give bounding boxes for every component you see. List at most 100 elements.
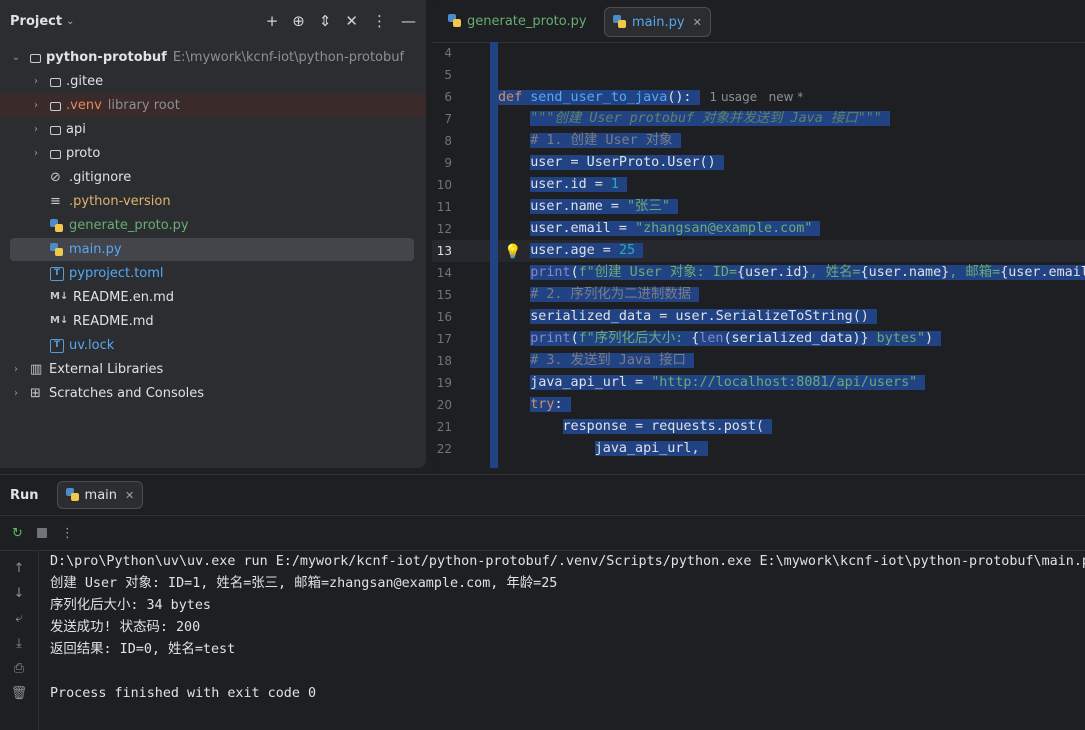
collapse-all-icon[interactable]: ✕ [345,12,358,30]
tree-item-label: uv.lock [69,338,115,353]
arrow-up-icon[interactable]: ↑ [14,561,25,576]
line-number: 16 [436,310,452,324]
tree-item-label: Scratches and Consoles [49,386,205,401]
expand-all-icon[interactable]: ⇕ [319,12,332,30]
close-icon[interactable]: ✕ [693,16,702,29]
python-icon [448,14,462,28]
print-icon[interactable]: ⎙ [14,661,24,676]
folder-icon [50,102,61,111]
code-line[interactable]: # 1. 创建 User 对象 [498,130,681,152]
folder-icon [50,126,61,135]
tree-item[interactable]: › api [10,118,414,141]
tree-item[interactable]: Tpyproject.toml [10,262,414,285]
tab-label: generate_proto.py [467,13,587,29]
tree-item-label: api [66,122,86,137]
line-number: 19 [436,376,452,390]
line-number: 21 [436,420,452,434]
tree-item[interactable]: ⌄ python-protobuf E:\mywork\kcnf-iot\pytho… [10,46,414,69]
code-line[interactable]: user = UserProto.User() [498,152,724,174]
tree-item[interactable]: › ▥ External Libraries [10,358,414,381]
console-output[interactable]: D:\pro\Python\uv\uv.exe run E:/mywork/kc… [50,551,1085,730]
python-icon [613,15,627,29]
rerun-icon[interactable]: ↻ [12,526,23,541]
new-file-icon[interactable]: + [266,12,279,30]
console-line: Process finished with exit code 0 [50,686,317,701]
tab-generate_proto-py[interactable]: generate_proto.py [440,7,595,35]
locate-icon[interactable]: ⊕ [292,12,305,30]
run-title: Run [10,487,39,503]
chevron-right-icon[interactable]: › [30,76,42,87]
minimize-icon[interactable]: — [401,12,416,30]
code-line[interactable]: # 2. 序列化为二进制数据 [498,284,700,306]
code-line[interactable]: user.id = 1 [498,174,627,196]
code-line[interactable]: def send_user_to_java(): 1 usage new * [498,86,803,108]
tree-item-label: python-protobuf [46,50,167,65]
toml-file-icon: T [50,266,64,281]
line-number: 6 [444,90,452,104]
code-line[interactable]: serialized_data = user.SerializeToString… [498,306,877,328]
tree-item[interactable]: ⊘ .gitignore [10,166,414,189]
folder-icon [50,150,61,159]
more-options-icon[interactable]: ⋮ [61,526,74,541]
console-line: 返回结果: ID=0, 姓名=test [50,642,236,657]
chevron-right-icon[interactable]: › [30,148,42,159]
soft-wrap-icon[interactable]: ⤶ [15,611,22,626]
python-icon [65,488,80,502]
tree-item-label: generate_proto.py [69,218,189,233]
console-line: 创建 User 对象: ID=1, 姓名=张三, 邮箱=zhangsan@exa… [50,576,558,591]
tree-item-label: main.py [69,242,122,257]
project-title[interactable]: Project [10,14,62,29]
tree-item[interactable]: M↓ README.en.md [10,286,414,309]
stop-icon[interactable] [36,528,47,538]
tree-item-label: .gitignore [69,170,132,185]
folder-icon [30,54,41,63]
code-area[interactable]: def send_user_to_java(): 1 usage new * ""… [498,42,1085,468]
run-tab-main[interactable]: main ✕ [56,481,144,509]
code-line[interactable]: # 3. 发送到 Java 接口 [498,350,694,372]
tree-item-label: .python-version [69,194,171,209]
chevron-right-icon[interactable]: › [30,100,42,111]
python-file-icon [50,242,64,257]
code-line[interactable]: try: [498,394,571,416]
tree-item-label: README.md [73,314,154,329]
code-line[interactable]: """创建 User protobuf 对象并发送到 Java 接口""" [498,108,890,130]
tree-item[interactable]: › proto [10,142,414,165]
tree-item[interactable]: › .gitee [10,70,414,93]
tree-item[interactable]: › ⊞ Scratches and Consoles [10,382,414,405]
chevron-down-icon[interactable]: ⌄ [66,16,74,27]
more-options-icon[interactable]: ⋮ [372,12,387,30]
trash-icon[interactable]: 🗑 [11,686,28,701]
chevron-right-icon[interactable]: › [30,124,42,135]
markdown-file-icon: M↓ [50,290,69,302]
project-header: Project ⌄ + ⊕ ⇕ ✕ ⋮ — [0,0,426,42]
tree-item-label: pyproject.toml [69,266,164,281]
chevron-right-icon[interactable]: › [10,364,22,375]
lightbulb-icon[interactable]: 💡 [504,244,521,260]
chevron-right-icon[interactable]: › [10,388,22,399]
tree-item[interactable]: M↓ README.md [10,310,414,333]
scroll-to-end-icon[interactable]: ⤓ [16,636,22,651]
console-line: D:\pro\Python\uv\uv.exe run E:/mywork/kc… [50,554,1085,569]
code-line[interactable]: print(f"创建 User 对象: ID={user.id}, 姓名={us… [498,262,1085,284]
tree-item[interactable]: › .venv library root [0,94,426,117]
code-line[interactable]: print(f"序列化后大小: {len(serialized_data)} b… [498,328,942,350]
code-line[interactable]: java_api_url, [498,438,708,460]
code-line[interactable]: user.email = "zhangsan@example.com" [498,218,821,240]
tab-main-py[interactable]: main.py ✕ [604,7,711,37]
tree-item[interactable]: ≡ .python-version [10,190,414,213]
line-number: 15 [436,288,452,302]
code-line[interactable]: java_api_url = "http://localhost:8081/ap… [498,372,926,394]
markdown-file-icon: M↓ [50,314,69,326]
code-line[interactable]: user.name = "张三" [498,196,678,218]
line-number: 20 [436,398,452,412]
tree-item[interactable]: Tuv.lock [10,334,414,357]
run-header: Run main ✕ [0,475,1085,516]
run-panel: Run main ✕ ↻ ⋮ ↑ ↓ ⤶ ⤓ ⎙ 🗑 D:\pro\Python… [0,474,1085,730]
chevron-down-icon[interactable]: ⌄ [10,52,22,63]
arrow-down-icon[interactable]: ↓ [14,586,25,601]
tree-item[interactable]: main.py [10,238,414,261]
close-icon[interactable]: ✕ [125,489,134,502]
tree-item[interactable]: generate_proto.py [10,214,414,237]
run-side-toolbar: ↑ ↓ ⤶ ⤓ ⎙ 🗑 [0,551,39,730]
code-line[interactable]: response = requests.post( [498,416,773,438]
